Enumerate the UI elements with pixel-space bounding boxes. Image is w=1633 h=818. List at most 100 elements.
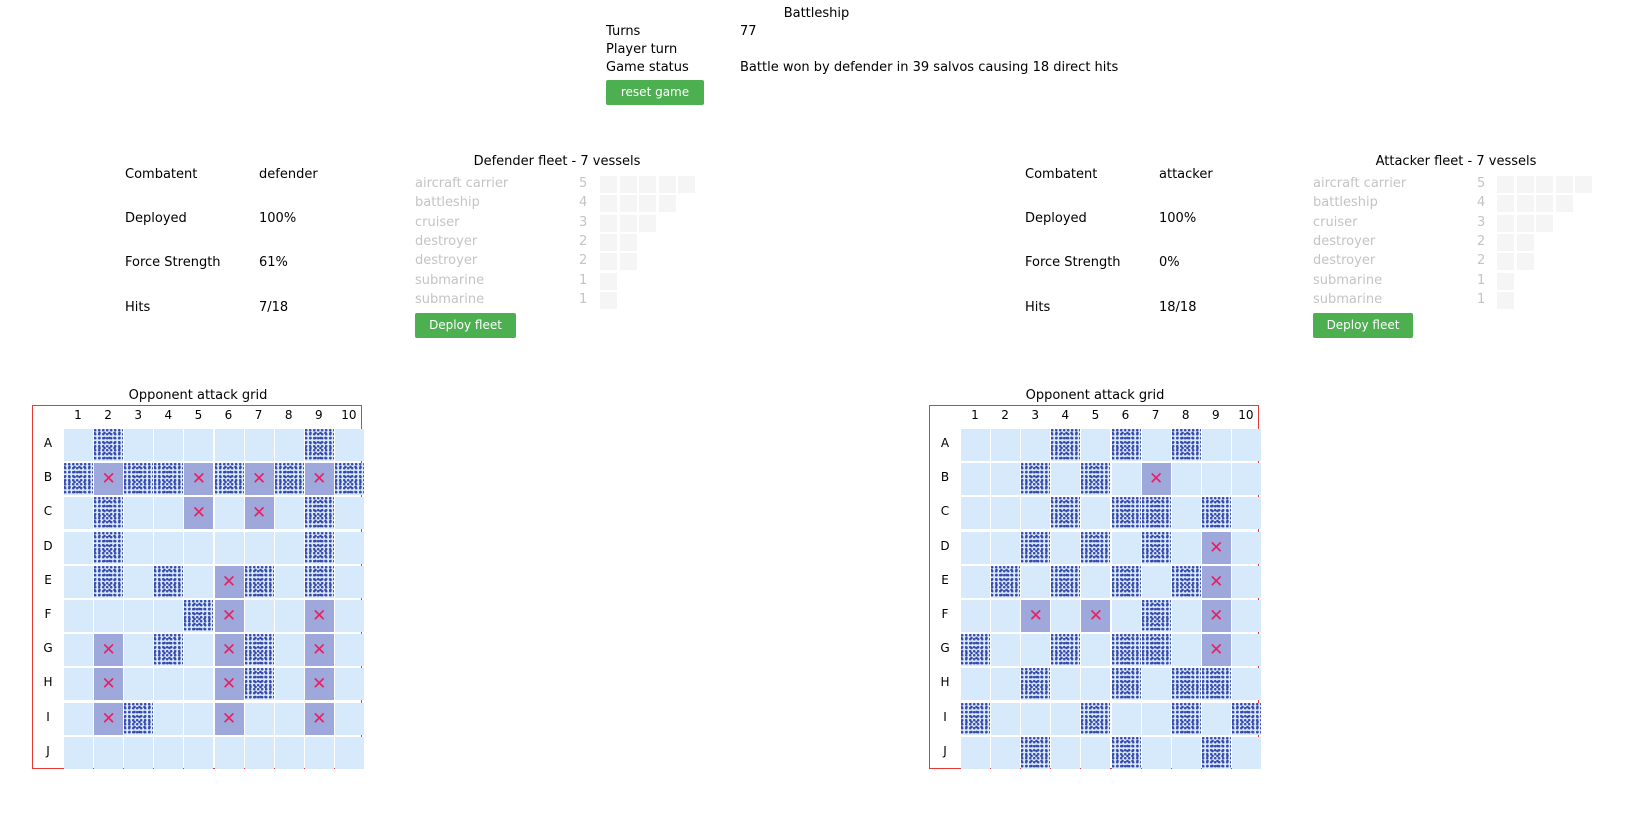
water-cell[interactable]	[991, 668, 1021, 701]
water-cell[interactable]	[244, 531, 274, 564]
miss-cell[interactable]	[154, 634, 184, 667]
miss-cell[interactable]	[1171, 565, 1201, 598]
water-cell[interactable]	[1171, 634, 1201, 667]
water-cell[interactable]	[1231, 531, 1261, 564]
hit-cell[interactable]: ✕	[1021, 600, 1051, 632]
water-cell[interactable]	[1051, 668, 1081, 701]
defender-vessel-slot[interactable]	[658, 176, 676, 193]
miss-cell[interactable]	[124, 702, 154, 735]
hit-cell[interactable]: ✕	[1141, 463, 1171, 496]
water-cell[interactable]	[961, 463, 990, 496]
attacker-vessel-slot[interactable]	[1536, 214, 1553, 232]
miss-cell[interactable]	[1141, 600, 1171, 632]
water-cell[interactable]	[334, 634, 364, 667]
water-cell[interactable]	[124, 565, 154, 598]
water-cell[interactable]	[991, 531, 1021, 564]
miss-cell[interactable]	[1141, 497, 1171, 530]
miss-cell[interactable]	[94, 531, 124, 564]
miss-cell[interactable]	[304, 497, 334, 530]
water-cell[interactable]	[1051, 702, 1081, 735]
miss-cell[interactable]	[244, 634, 274, 667]
attacker-vessel-slot[interactable]	[1536, 176, 1553, 193]
water-cell[interactable]	[1141, 702, 1171, 735]
miss-cell[interactable]	[1171, 429, 1201, 461]
water-cell[interactable]	[64, 668, 93, 701]
hit-cell[interactable]: ✕	[244, 497, 274, 530]
water-cell[interactable]	[1201, 429, 1231, 461]
defender-vessel-slot[interactable]	[619, 195, 637, 213]
miss-cell[interactable]	[1111, 668, 1141, 701]
miss-cell[interactable]	[1021, 531, 1051, 564]
water-cell[interactable]	[154, 736, 184, 769]
water-cell[interactable]	[1201, 463, 1231, 496]
miss-cell[interactable]	[64, 463, 93, 496]
attacker-vessel-slot[interactable]	[1497, 233, 1514, 251]
water-cell[interactable]	[154, 531, 184, 564]
water-cell[interactable]	[274, 565, 304, 598]
miss-cell[interactable]	[1051, 497, 1081, 530]
water-cell[interactable]	[1051, 600, 1081, 632]
miss-cell[interactable]	[1111, 736, 1141, 769]
water-cell[interactable]	[1141, 565, 1171, 598]
water-cell[interactable]	[64, 634, 93, 667]
hit-cell[interactable]: ✕	[94, 634, 124, 667]
miss-cell[interactable]	[1231, 702, 1261, 735]
hit-cell[interactable]: ✕	[1201, 634, 1231, 667]
water-cell[interactable]	[991, 497, 1021, 530]
water-cell[interactable]	[1081, 497, 1111, 530]
water-cell[interactable]	[1231, 600, 1261, 632]
water-cell[interactable]	[244, 702, 274, 735]
defender-vessel-slot[interactable]	[619, 233, 637, 251]
defender-vessel-slot[interactable]	[639, 195, 656, 213]
water-cell[interactable]	[1021, 634, 1051, 667]
water-cell[interactable]	[1231, 565, 1261, 598]
water-cell[interactable]	[991, 634, 1021, 667]
hit-cell[interactable]: ✕	[1081, 600, 1111, 632]
attacker-vessel-slot[interactable]	[1575, 176, 1592, 193]
attacker-vessel-slot[interactable]	[1497, 176, 1514, 193]
water-cell[interactable]	[184, 668, 214, 701]
defender-vessel-slot[interactable]	[639, 214, 656, 232]
attacker-vessel-slot[interactable]	[1536, 195, 1553, 213]
water-cell[interactable]	[274, 736, 304, 769]
miss-cell[interactable]	[1051, 634, 1081, 667]
water-cell[interactable]	[1021, 702, 1051, 735]
attacker-vessel-slot[interactable]	[1497, 272, 1514, 290]
water-cell[interactable]	[64, 497, 93, 530]
water-cell[interactable]	[1171, 736, 1201, 769]
miss-cell[interactable]	[1201, 668, 1231, 701]
defender-vessel-slot[interactable]	[600, 176, 617, 193]
miss-cell[interactable]	[1111, 497, 1141, 530]
water-cell[interactable]	[961, 429, 990, 461]
water-cell[interactable]	[184, 702, 214, 735]
water-cell[interactable]	[334, 429, 364, 461]
water-cell[interactable]	[1081, 668, 1111, 701]
miss-cell[interactable]	[304, 531, 334, 564]
miss-cell[interactable]	[244, 668, 274, 701]
attacker-vessel-slot[interactable]	[1516, 195, 1534, 213]
hit-cell[interactable]: ✕	[1201, 600, 1231, 632]
hit-cell[interactable]: ✕	[94, 668, 124, 701]
water-cell[interactable]	[334, 497, 364, 530]
water-cell[interactable]	[1111, 531, 1141, 564]
attacker-vessel-slot[interactable]	[1516, 233, 1534, 251]
water-cell[interactable]	[124, 668, 154, 701]
miss-cell[interactable]	[1051, 429, 1081, 461]
miss-cell[interactable]	[154, 565, 184, 598]
water-cell[interactable]	[991, 702, 1021, 735]
water-cell[interactable]	[334, 565, 364, 598]
miss-cell[interactable]	[1171, 668, 1201, 701]
water-cell[interactable]	[1111, 463, 1141, 496]
hit-cell[interactable]: ✕	[214, 668, 244, 701]
water-cell[interactable]	[274, 497, 304, 530]
water-cell[interactable]	[64, 600, 93, 632]
miss-cell[interactable]	[274, 463, 304, 496]
water-cell[interactable]	[64, 565, 93, 598]
water-cell[interactable]	[214, 429, 244, 461]
hit-cell[interactable]: ✕	[184, 497, 214, 530]
water-cell[interactable]	[124, 531, 154, 564]
hit-cell[interactable]: ✕	[1201, 531, 1231, 564]
hit-cell[interactable]: ✕	[214, 634, 244, 667]
hit-cell[interactable]: ✕	[214, 702, 244, 735]
water-cell[interactable]	[1051, 736, 1081, 769]
